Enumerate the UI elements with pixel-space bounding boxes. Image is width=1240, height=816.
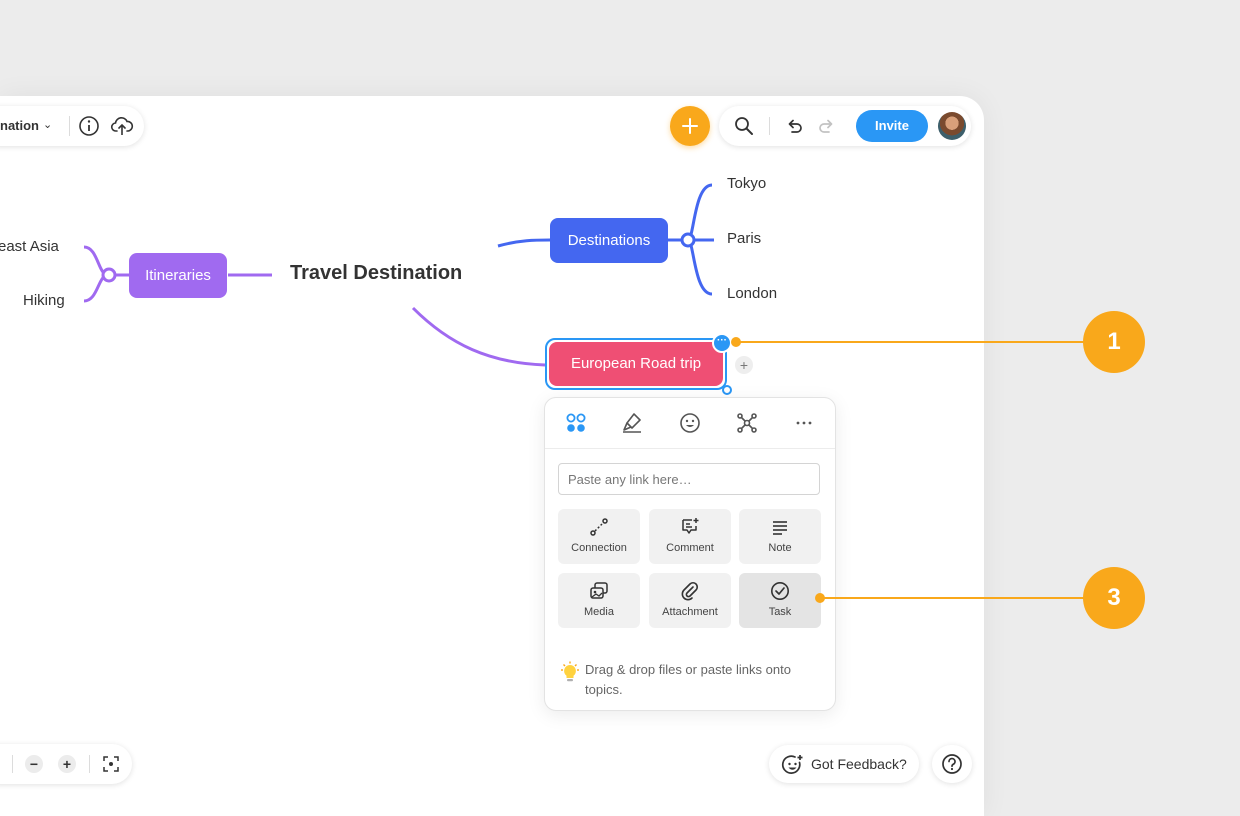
comment-label: Comment — [666, 542, 714, 554]
note-label: Note — [768, 542, 792, 554]
structure-icon[interactable] — [735, 411, 759, 435]
drag-drop-hint: Drag & drop files or paste links onto to… — [585, 662, 791, 697]
divider — [769, 117, 770, 135]
callout-badge-1: 1 — [1083, 311, 1145, 373]
emoji-icon[interactable] — [678, 411, 702, 435]
zoom-bar: − + — [0, 744, 132, 784]
bulb-icon — [561, 661, 579, 682]
feedback-label: Got Feedback? — [811, 756, 907, 772]
user-avatar[interactable] — [938, 112, 966, 140]
fit-screen-icon[interactable] — [103, 756, 119, 772]
task-tile[interactable]: Task — [739, 573, 821, 628]
undo-icon[interactable] — [786, 117, 804, 135]
topic-european-road-trip[interactable]: European Road trip — [549, 342, 723, 386]
callout-line — [820, 597, 1086, 599]
task-label: Task — [768, 606, 792, 618]
brush-icon[interactable] — [620, 411, 644, 435]
search-icon[interactable] — [734, 116, 754, 136]
redo-icon[interactable] — [817, 117, 835, 135]
attachment-tile[interactable]: Attachment — [649, 573, 731, 628]
add-content-panel: Connection Comment Note Media — [544, 397, 836, 711]
document-title[interactable]: nation — [0, 118, 39, 133]
panel-tabs — [545, 398, 835, 449]
connection-tile[interactable]: Connection — [558, 509, 640, 564]
callout-badge-3: 3 — [1083, 567, 1145, 629]
document-bar: nation ⌄ — [0, 106, 144, 146]
attachment-label: Attachment — [662, 606, 718, 618]
subtopic-tokyo[interactable]: Tokyo — [727, 175, 766, 192]
resize-handle[interactable] — [722, 385, 732, 395]
callout-line — [736, 341, 1086, 343]
more-icon[interactable] — [792, 411, 816, 435]
connection-icon — [590, 518, 608, 536]
feedback-icon — [781, 755, 803, 774]
media-label: Media — [584, 606, 614, 618]
note-tile[interactable]: Note — [739, 509, 821, 564]
add-topic-button[interactable] — [670, 106, 710, 146]
divider — [12, 755, 13, 773]
mindmap-canvas[interactable] — [0, 96, 984, 816]
invite-button[interactable]: Invite — [856, 110, 928, 142]
media-tile[interactable]: Media — [558, 573, 640, 628]
subtopic-london[interactable]: London — [727, 285, 777, 302]
connection-label: Connection — [571, 542, 627, 554]
zoom-out-icon[interactable]: − — [25, 755, 43, 773]
link-input[interactable] — [558, 463, 820, 495]
cloud-upload-icon[interactable] — [110, 114, 134, 138]
note-icon — [773, 521, 787, 535]
help-button[interactable] — [932, 745, 972, 783]
topic-destinations[interactable]: Destinations — [550, 218, 668, 263]
add-subtopic-button[interactable]: + — [735, 356, 753, 374]
info-icon[interactable] — [78, 115, 100, 137]
chevron-down-icon[interactable]: ⌄ — [43, 118, 52, 131]
media-icon — [590, 582, 608, 599]
topic-icon[interactable] — [564, 411, 588, 435]
central-topic[interactable]: Travel Destination — [290, 262, 462, 285]
check-circle-icon — [771, 582, 789, 600]
help-icon — [942, 754, 962, 774]
topic-more-button[interactable]: ··· — [712, 333, 732, 353]
subtopic-east-asia[interactable]: east Asia — [0, 238, 59, 255]
top-toolbar — [719, 106, 971, 146]
subtopic-paris[interactable]: Paris — [727, 230, 761, 247]
comment-icon — [682, 518, 699, 534]
topic-itineraries[interactable]: Itineraries — [129, 253, 227, 298]
divider — [89, 755, 90, 773]
feedback-button[interactable]: Got Feedback? — [769, 745, 919, 783]
zoom-in-icon[interactable]: + — [58, 755, 76, 773]
subtopic-hiking[interactable]: Hiking — [23, 292, 65, 309]
divider — [69, 116, 70, 136]
comment-tile[interactable]: Comment — [649, 509, 731, 564]
attachment-icon — [681, 581, 699, 601]
